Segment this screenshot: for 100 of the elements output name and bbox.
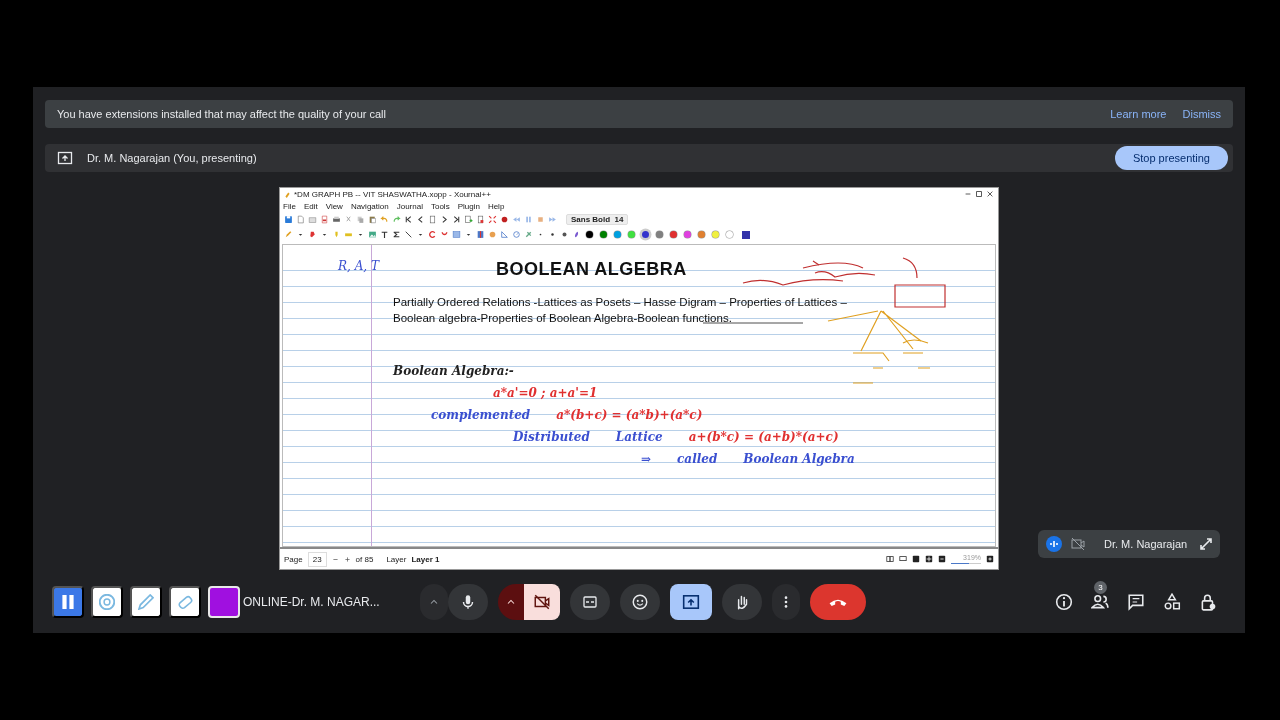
font-button[interactable]: Sans Bold 14	[566, 214, 629, 225]
color-swatch[interactable]	[656, 231, 663, 238]
paste-icon[interactable]	[368, 215, 377, 224]
plugin-icon[interactable]	[524, 230, 533, 239]
line-icon[interactable]	[404, 230, 413, 239]
stop-presenting-button[interactable]: Stop presenting	[1114, 146, 1228, 170]
color-swatch[interactable]	[600, 231, 607, 238]
eraser-icon[interactable]	[308, 230, 317, 239]
pen-button[interactable]	[130, 586, 162, 618]
people-button[interactable]	[1091, 593, 1109, 611]
color-swatch[interactable]	[726, 231, 733, 238]
banner-link[interactable]: Dismiss	[1182, 108, 1221, 120]
previous-icon[interactable]	[416, 215, 425, 224]
leave-call-button[interactable]	[810, 584, 866, 620]
color-swatch[interactable]	[670, 231, 677, 238]
host-controls-button[interactable]	[1199, 593, 1217, 611]
present-button[interactable]	[670, 584, 712, 620]
last-page-icon[interactable]	[452, 215, 461, 224]
menu-item[interactable]: Journal	[396, 201, 423, 211]
eraser-button[interactable]	[169, 586, 201, 618]
color-swatch[interactable]	[698, 231, 705, 238]
text-icon[interactable]	[380, 230, 389, 239]
pause-annotation-button[interactable]	[52, 586, 84, 618]
first-page-icon[interactable]	[404, 215, 413, 224]
image-icon[interactable]	[368, 230, 377, 239]
banner-message: You have extensions installed that may affect the quality of your call	[57, 108, 387, 120]
present-screen-icon	[57, 150, 73, 166]
captions-icon	[582, 594, 598, 610]
handwritten-note: a+(b*c) = (a+b)*(a+c)	[688, 430, 839, 444]
fullscreen-icon[interactable]	[488, 215, 497, 224]
print-icon[interactable]	[332, 215, 341, 224]
shapes-icon	[1163, 593, 1181, 611]
chat-button[interactable]	[1127, 593, 1145, 611]
layer-selector[interactable]: Layer 1	[411, 554, 440, 564]
menu-item[interactable]: Edit	[303, 201, 318, 211]
captions-button[interactable]	[570, 584, 610, 620]
current-color-icon[interactable]	[742, 230, 750, 239]
shape-recognizer-icon[interactable]	[428, 230, 437, 239]
fill-icon[interactable]	[572, 230, 581, 239]
page-heading: BOOLEAN ALGEBRA	[496, 259, 687, 280]
plus-icon[interactable]	[343, 555, 351, 563]
phone-icon	[829, 598, 847, 606]
handwritten-note: Distributed	[513, 430, 590, 444]
goto-page-icon[interactable]	[428, 215, 437, 224]
record-icon[interactable]	[500, 215, 509, 224]
banner-link[interactable]: Learn more	[1110, 108, 1167, 120]
two-page-icon[interactable]	[886, 555, 894, 563]
menu-item[interactable]: Plugin	[457, 201, 480, 211]
color-swatch[interactable]	[642, 231, 649, 238]
vertical-space-icon[interactable]	[476, 230, 485, 239]
app-logo-icon	[284, 190, 291, 198]
pdf-icon[interactable]	[320, 215, 329, 224]
add-page-icon[interactable]	[464, 215, 473, 224]
color-swatch[interactable]	[684, 231, 691, 238]
save-icon[interactable]	[284, 215, 293, 224]
delete-page-icon[interactable]	[476, 215, 485, 224]
raise-hand-button[interactable]	[722, 584, 762, 620]
menu-item[interactable]: Help	[487, 201, 505, 211]
handwritten-note: ⇒	[641, 452, 652, 466]
presenter-label: Dr. M. Nagarajan (You, presenting)	[87, 152, 258, 164]
menu-item[interactable]: Navigation	[350, 201, 389, 211]
next-icon[interactable]	[440, 215, 449, 224]
menu-item[interactable]: View	[325, 201, 343, 211]
window-title: *DM GRAPH PB -- VIT SHASWATHA.xopp - Xournal++	[294, 189, 492, 199]
color-swatch[interactable]	[586, 231, 593, 238]
maximize-icon[interactable]	[975, 190, 983, 198]
page-number-field[interactable]: 23	[307, 551, 327, 567]
expand-icon[interactable]	[1198, 536, 1214, 552]
select-rectangle-icon[interactable]	[452, 230, 461, 239]
annotation-color-swatch[interactable]	[208, 586, 240, 618]
laser-icon	[99, 594, 115, 610]
color-swatch[interactable]	[614, 231, 621, 238]
camera-off-icon	[1070, 536, 1086, 552]
color-swatch[interactable]	[628, 231, 635, 238]
color-swatch[interactable]	[712, 231, 719, 238]
compass-icon[interactable]	[512, 230, 521, 239]
close-icon[interactable]	[986, 190, 994, 198]
marker-icon[interactable]	[344, 230, 353, 239]
smiley-icon	[631, 593, 649, 611]
chat-icon	[1127, 593, 1145, 611]
zoom-out-icon[interactable]	[938, 555, 946, 563]
eraser-icon	[177, 594, 193, 610]
zoom-in-icon[interactable]	[986, 555, 994, 563]
emoji-button[interactable]	[620, 584, 660, 620]
info-button[interactable]	[1055, 593, 1073, 611]
sigma-icon[interactable]	[392, 230, 401, 239]
medium-dot-icon[interactable]	[548, 230, 557, 239]
zoom-100-icon[interactable]	[912, 555, 920, 563]
camera-off-icon	[533, 593, 551, 611]
presentation-icon[interactable]	[899, 555, 907, 563]
camera-button[interactable]	[524, 584, 560, 620]
activities-button[interactable]	[1163, 593, 1181, 611]
page-label: Page	[284, 554, 303, 564]
pen-icon	[138, 594, 154, 610]
microphone-button[interactable]	[448, 584, 488, 620]
zoom-fit-icon[interactable]	[925, 555, 933, 563]
menu-item[interactable]: File	[283, 201, 296, 211]
menu-item[interactable]: Tools	[430, 201, 450, 211]
thick-dot-icon[interactable]	[560, 230, 569, 239]
laser-pointer-button[interactable]	[91, 586, 123, 618]
